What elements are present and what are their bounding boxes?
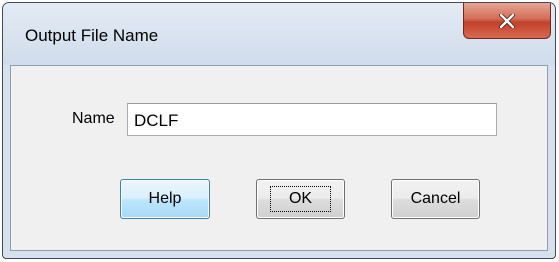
help-button[interactable]: Help (120, 179, 210, 219)
name-input[interactable] (127, 103, 497, 136)
cancel-button[interactable]: Cancel (391, 179, 480, 219)
ok-button-label: OK (269, 186, 332, 212)
close-button[interactable] (463, 3, 551, 39)
dialog-body: Name Help OK Cancel (10, 65, 548, 251)
help-button-label: Help (148, 190, 182, 207)
close-icon (499, 13, 515, 28)
dialog-window: Output File Name Name Help OK Cancel (2, 2, 556, 259)
window-title: Output File Name (25, 26, 159, 45)
ok-button[interactable]: OK (256, 179, 345, 219)
cancel-button-label: Cancel (410, 190, 461, 207)
name-label: Name (72, 110, 115, 127)
title-bar[interactable]: Output File Name (3, 3, 555, 65)
